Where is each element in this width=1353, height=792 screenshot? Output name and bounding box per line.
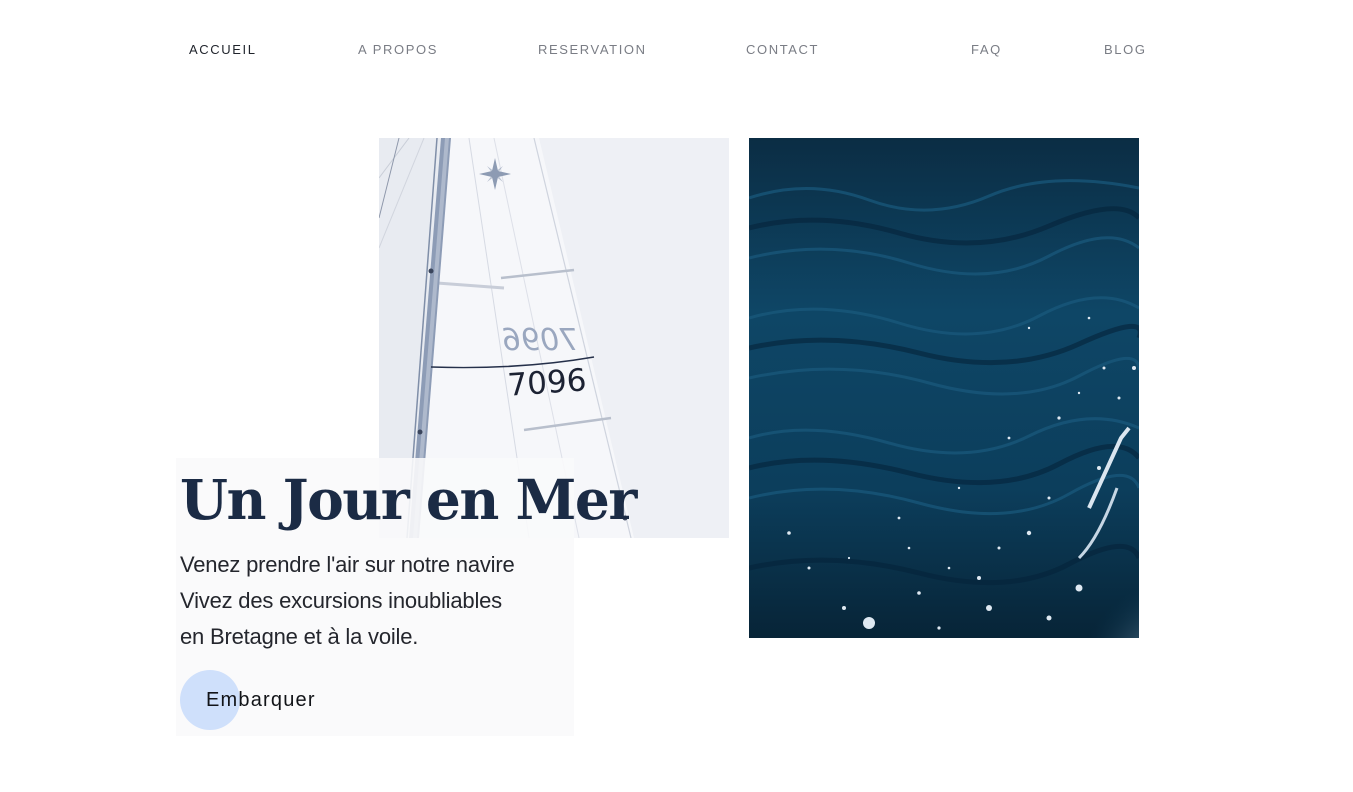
hero-line: Venez prendre l'air sur notre navire xyxy=(180,552,515,577)
nav-item-a-propos[interactable]: A PROPOS xyxy=(358,42,438,57)
main-nav: ACCUEIL A PROPOS RESERVATION CONTACT FAQ… xyxy=(0,42,1353,62)
sea-image xyxy=(749,138,1139,638)
sail-number-mirrored: 7096 xyxy=(502,323,578,358)
cta-label: Embarquer xyxy=(206,689,316,711)
nav-item-accueil[interactable]: ACCUEIL xyxy=(189,42,257,57)
sail-number: 7096 xyxy=(506,362,587,403)
sea-illustration xyxy=(749,138,1139,638)
nav-item-contact[interactable]: CONTACT xyxy=(746,42,819,57)
nav-item-reservation[interactable]: RESERVATION xyxy=(538,42,647,57)
hero-line: Vivez des excursions inoubliables xyxy=(180,588,502,613)
hero-title: Un Jour en Mer xyxy=(180,467,637,532)
hero-description: Venez prendre l'air sur notre navire Viv… xyxy=(180,547,515,655)
nav-item-faq[interactable]: FAQ xyxy=(971,42,1002,57)
nav-item-blog[interactable]: BLOG xyxy=(1104,42,1147,57)
hero-line: en Bretagne et à la voile. xyxy=(180,624,419,649)
embarquer-button[interactable]: Embarquer xyxy=(180,670,350,730)
